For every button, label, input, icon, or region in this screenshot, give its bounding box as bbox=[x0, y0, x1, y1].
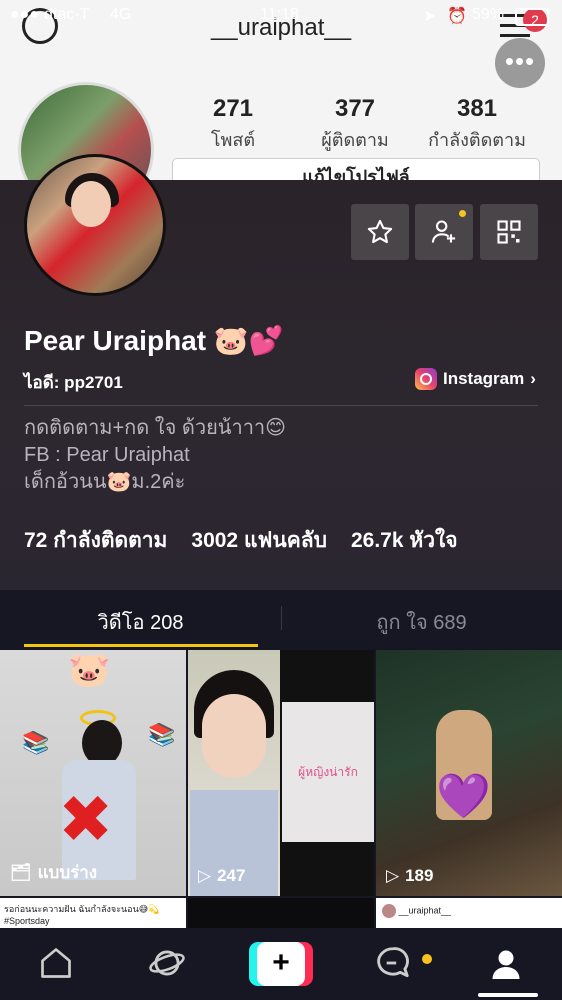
books-icon: 📚 bbox=[22, 730, 50, 755]
following-count: 381 bbox=[456, 95, 498, 122]
alarm-icon: ⏰ bbox=[447, 8, 467, 25]
purple-heart-icon: 💜 bbox=[436, 772, 491, 821]
status-bar: ●●● dtac-T 4G 11:18 ➤ ⏰ 59% bbox=[0, 6, 562, 26]
tab-active-indicator bbox=[24, 644, 258, 647]
discover-icon[interactable] bbox=[146, 944, 188, 982]
divider bbox=[24, 405, 538, 406]
video-tile[interactable]: 💜 ▷ 189 bbox=[376, 650, 562, 896]
notification-dot bbox=[459, 210, 466, 217]
bio: กดติดตาม+กด ใจ ด้วยน้าาา😊 FB : Pear Urai… bbox=[24, 415, 286, 496]
video-tile[interactable] bbox=[188, 898, 374, 928]
video-tile-draft[interactable]: 🐷 📚 📚 ✖ 🗂 แบบร่าง bbox=[0, 650, 186, 896]
pig-sticker-icon: 🐷 bbox=[68, 651, 111, 689]
video-tile[interactable]: __uraiphat__ bbox=[376, 898, 562, 928]
chevron-right-icon: › bbox=[530, 369, 536, 388]
bio-line: FB : Pear Uraiphat bbox=[24, 444, 190, 466]
following-label: กำลังติดตาม bbox=[428, 130, 526, 150]
user-id: ไอดี: pp2701 bbox=[24, 373, 123, 392]
avatar[interactable] bbox=[24, 154, 166, 296]
qr-code-icon bbox=[497, 220, 521, 244]
network-type: 4G bbox=[110, 6, 132, 23]
books-icon: 📚 bbox=[148, 722, 176, 747]
draft-icon: 🗂 bbox=[10, 862, 32, 882]
instagram-icon bbox=[415, 368, 437, 390]
profile-tabs: วิดีโอ 208 ถูก ใจ 689 bbox=[0, 590, 562, 648]
video-overlay-text: ผู้หญิงน่ารัก bbox=[282, 702, 374, 842]
qr-code-button[interactable] bbox=[480, 204, 538, 260]
bio-line: กดติดตาม+กด ใจ ด้วยน้าาา😊 bbox=[24, 417, 287, 439]
profile-name: Pear Uraiphat 🐷💕 bbox=[24, 325, 284, 356]
followers-count: 377 bbox=[334, 95, 376, 122]
tab-liked[interactable]: ถูก ใจ 689 bbox=[281, 606, 562, 638]
play-icon: ▷ bbox=[198, 866, 212, 885]
instagram-link[interactable]: Instagram › bbox=[415, 368, 536, 390]
tab-videos[interactable]: วิดีโอ 208 bbox=[0, 606, 281, 638]
profile-icon[interactable] bbox=[488, 944, 524, 984]
video-hashtag: #Sportsday bbox=[4, 916, 50, 926]
followers-stat[interactable]: 377 ผู้ติดตาม bbox=[290, 95, 420, 154]
more-options-button[interactable]: ••• bbox=[495, 38, 545, 88]
location-icon: ➤ bbox=[423, 8, 437, 25]
home-indicator bbox=[478, 993, 538, 997]
instagram-label: Instagram bbox=[443, 369, 525, 388]
inbox-icon[interactable] bbox=[374, 944, 412, 982]
avatar-face bbox=[71, 181, 111, 227]
avatar bbox=[382, 904, 396, 918]
home-icon[interactable] bbox=[38, 944, 74, 982]
followers-label: ผู้ติดตาม bbox=[321, 130, 389, 150]
play-icon: ▷ bbox=[386, 866, 400, 885]
video-thumbnail-left bbox=[188, 650, 280, 896]
signal-icon: ●●● bbox=[10, 6, 39, 23]
video-username: __uraiphat__ bbox=[398, 905, 452, 916]
carrier: dtac-T bbox=[44, 6, 90, 23]
cross-mark-icon: ✖ bbox=[58, 782, 114, 856]
video-label: ▷ 247 bbox=[198, 866, 246, 885]
likes-count-item: 26.7k หัวใจ bbox=[350, 529, 458, 552]
video-tile[interactable]: รอก่อนนะความฝัน ฉันกำลังจะนอน😅💫 #Sportsd… bbox=[0, 898, 186, 928]
following-stat[interactable]: 381 กำลังติดตาม bbox=[412, 95, 542, 154]
thumbnail-face bbox=[202, 694, 266, 778]
add-friend-button[interactable] bbox=[415, 204, 473, 260]
fans-count-item[interactable]: 3002 แฟนคลับ bbox=[191, 524, 327, 557]
battery-icon bbox=[515, 8, 549, 26]
bio-line: เด็กอ้วนน🐷ม.2ค่ะ bbox=[24, 471, 186, 493]
video-label: 🗂 แบบร่าง bbox=[10, 862, 98, 883]
posts-stat[interactable]: 271 โพสต์ bbox=[168, 95, 298, 154]
clock: 11:18 bbox=[260, 6, 299, 23]
inbox-notification-dot bbox=[422, 954, 432, 964]
video-tile[interactable]: ผู้หญิงน่ารัก ▷ 247 bbox=[188, 650, 374, 896]
posts-label: โพสต์ bbox=[210, 130, 256, 150]
add-user-icon bbox=[431, 220, 456, 243]
plus-icon: + bbox=[257, 942, 305, 986]
favorite-button[interactable] bbox=[351, 204, 409, 260]
profile-counts: 72 กำลังติดตาม 3002 แฟนคลับ 26.7k หัวใจ bbox=[24, 524, 458, 557]
posts-count: 271 bbox=[212, 95, 254, 122]
following-count-item[interactable]: 72 กำลังติดตาม bbox=[24, 524, 167, 557]
create-video-button[interactable]: + bbox=[249, 942, 313, 986]
video-caption: รอก่อนนะความฝัน ฉันกำลังจะนอน😅💫 bbox=[4, 904, 160, 914]
battery-percent: 59% bbox=[472, 6, 505, 23]
video-label: ▷ 189 bbox=[386, 866, 434, 885]
star-icon bbox=[367, 219, 393, 244]
